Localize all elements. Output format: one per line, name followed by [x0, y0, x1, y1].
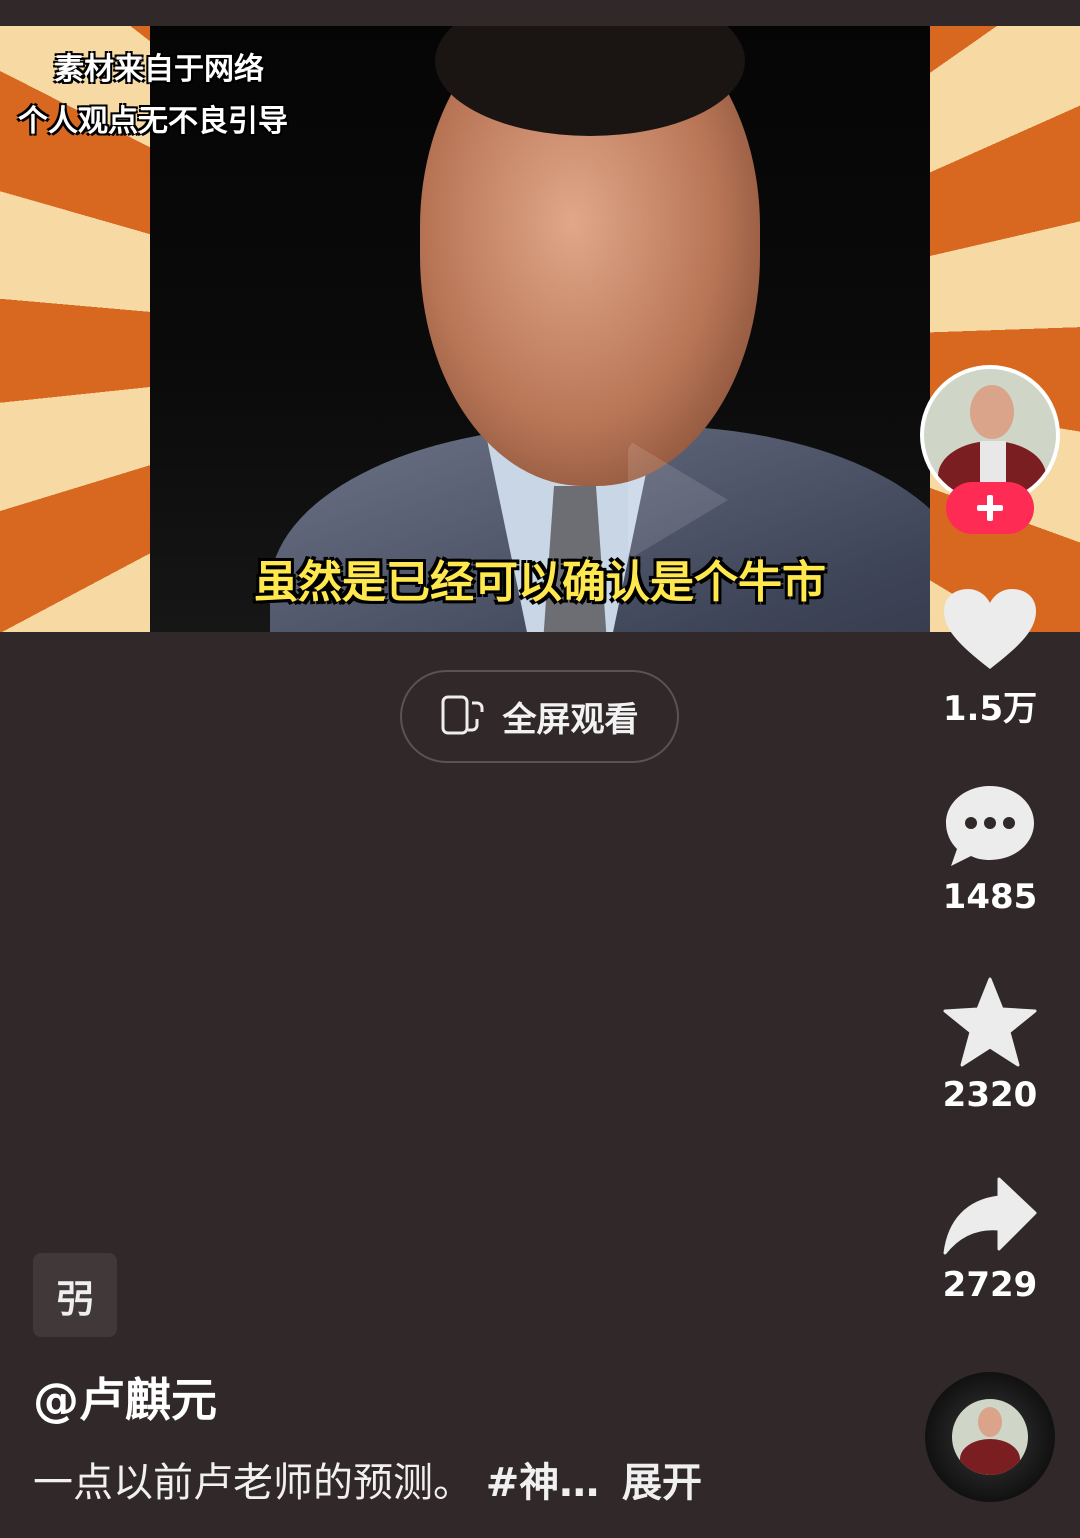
video-caption: 一点以前卢老师的预测。 #神… 展开	[33, 1450, 702, 1508]
tag-chip[interactable]: 弜	[33, 1253, 117, 1337]
comment-count: 1485	[942, 877, 1038, 917]
music-disc[interactable]	[925, 1372, 1055, 1502]
heart-icon	[944, 589, 1036, 669]
rotate-screen-icon	[441, 695, 485, 739]
comment-button[interactable]: 1485	[920, 783, 1060, 917]
video-subtitle: 虽然是已经可以确认是个牛市	[254, 557, 826, 608]
music-cover	[952, 1399, 1028, 1475]
expand-link[interactable]: 展开	[622, 1460, 702, 1506]
watermark-line-1: 素材来自于网络	[54, 52, 264, 87]
caption-text: 一点以前卢老师的预测。	[33, 1460, 473, 1506]
video-watermark: 素材来自于网络 个人观点无不良引导	[18, 44, 338, 148]
follow-button[interactable]	[946, 482, 1034, 534]
star-icon	[943, 977, 1037, 1067]
like-button[interactable]: 1.5万	[920, 587, 1060, 730]
like-count: 1.5万	[942, 689, 1038, 729]
favorite-button[interactable]: 2320	[920, 977, 1060, 1115]
plus-icon	[977, 495, 1003, 521]
fullscreen-button[interactable]: 全屏观看	[400, 670, 679, 763]
share-button[interactable]: 2729	[920, 1177, 1060, 1305]
favorite-count: 2320	[942, 1075, 1038, 1115]
hashtag-link[interactable]: #神…	[486, 1460, 600, 1506]
watermark-line-2: 个人观点无不良引导	[18, 104, 288, 139]
share-count: 2729	[942, 1265, 1038, 1305]
video-player[interactable]: 素材来自于网络 个人观点无不良引导 虽然是已经可以确认是个牛市	[0, 26, 1080, 632]
author-name[interactable]: @卢麒元	[33, 1364, 217, 1430]
share-icon	[943, 1177, 1037, 1255]
comment-icon	[946, 786, 1034, 866]
fullscreen-label: 全屏观看	[502, 700, 639, 740]
